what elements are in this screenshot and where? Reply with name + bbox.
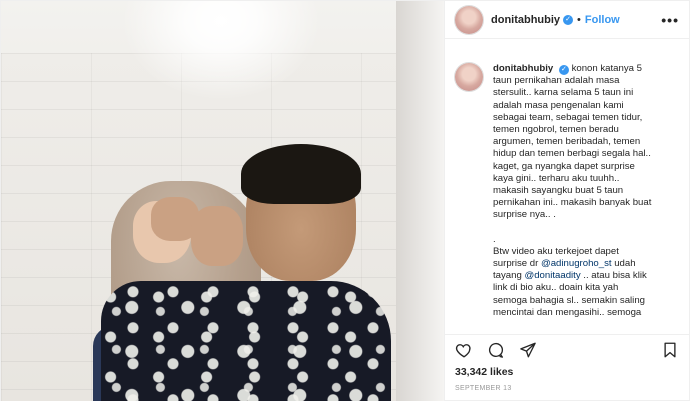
caption-line: sebagai team, sebagai temen tidur, [493, 111, 643, 123]
caption-line: taun pernikahan adalah masa [493, 75, 620, 87]
caption-line: stersulit.. karna selama 5 taun ini [493, 87, 634, 99]
bookmark-icon[interactable] [661, 341, 679, 359]
caption-text: surprise dr [493, 258, 541, 270]
share-icon[interactable] [519, 341, 537, 359]
caption-text: tayang [493, 270, 525, 282]
caption-line: pernikahan ini.. makasih banyak buat [493, 197, 652, 209]
mention-link[interactable]: @adinugroho_st [541, 258, 612, 269]
caption-line: semoga bahagia sl.. semakin saling [493, 294, 645, 306]
verified-badge-icon: ✓ [558, 65, 569, 75]
photo-batik-shirt [101, 281, 391, 401]
caption-dot: . [493, 233, 496, 245]
caption-line: adalah masa pengenalan kami [493, 99, 624, 111]
post-photo[interactable] [1, 1, 444, 401]
post-username[interactable]: donitabhubiy [491, 14, 560, 26]
caption-username[interactable]: donitabhubiy [493, 63, 553, 74]
post-caption: donitabhubiy ✓ konon katanya 5 taun pern… [493, 63, 679, 319]
photo-hand-right [191, 206, 243, 266]
post-header: donitabhubiy ✓ • Follow ••• [445, 1, 689, 39]
caption-text: .. atau bisa klik [580, 270, 647, 282]
avatar[interactable] [455, 63, 483, 91]
caption-line: makasih sayangku buat 5 taun [493, 185, 624, 197]
action-bar [445, 334, 689, 364]
more-options-icon[interactable]: ••• [661, 12, 679, 28]
caption-line: konon katanya 5 [571, 63, 642, 74]
heart-icon[interactable] [455, 341, 473, 359]
caption-line: link di bio aku.. doain kita yah [493, 282, 619, 294]
comments-panel[interactable]: donitabhubiy ✓ konon katanya 5 taun pern… [445, 39, 689, 326]
caption-line: hidup dan temen berbagi segala hal.. [493, 148, 651, 160]
mention-link[interactable]: @donitaadity [524, 270, 580, 281]
caption-line: argumen, temen beribadah, temen [493, 136, 641, 148]
comment-icon[interactable] [487, 341, 505, 359]
separator-dot: • [577, 13, 581, 26]
likes-count[interactable]: 33,342 likes [445, 364, 689, 378]
caption-line: mencintai dan mengasihi.. semoga [493, 306, 642, 318]
caption-text: udah [611, 258, 636, 270]
caption-line: kaget, ga nyangka dapet surprise [493, 160, 635, 172]
verified-badge-icon: ✓ [563, 14, 574, 25]
caption-line: kaya gini.. terharu aku tuuhh.. [493, 172, 620, 184]
photo-man-hair [241, 144, 361, 204]
photo-door-edge [396, 1, 444, 401]
post-date[interactable]: SEPTEMBER 13 [445, 378, 689, 401]
caption-line: surprise nya.. . [493, 209, 556, 221]
follow-button[interactable]: Follow [585, 14, 620, 26]
caption-line: Btw video aku terkejoet dapet [493, 245, 619, 257]
caption-line: temen ngobrol, temen beradu [493, 124, 619, 136]
photo-ceiling-light [121, 1, 321, 101]
post-sidebar: donitabhubiy ✓ • Follow ••• donitabhubiy… [444, 1, 689, 401]
caption-comment: donitabhubiy ✓ konon katanya 5 taun pern… [455, 63, 679, 319]
instagram-post: donitabhubiy ✓ • Follow ••• donitabhubiy… [0, 0, 690, 401]
avatar[interactable] [455, 5, 483, 34]
